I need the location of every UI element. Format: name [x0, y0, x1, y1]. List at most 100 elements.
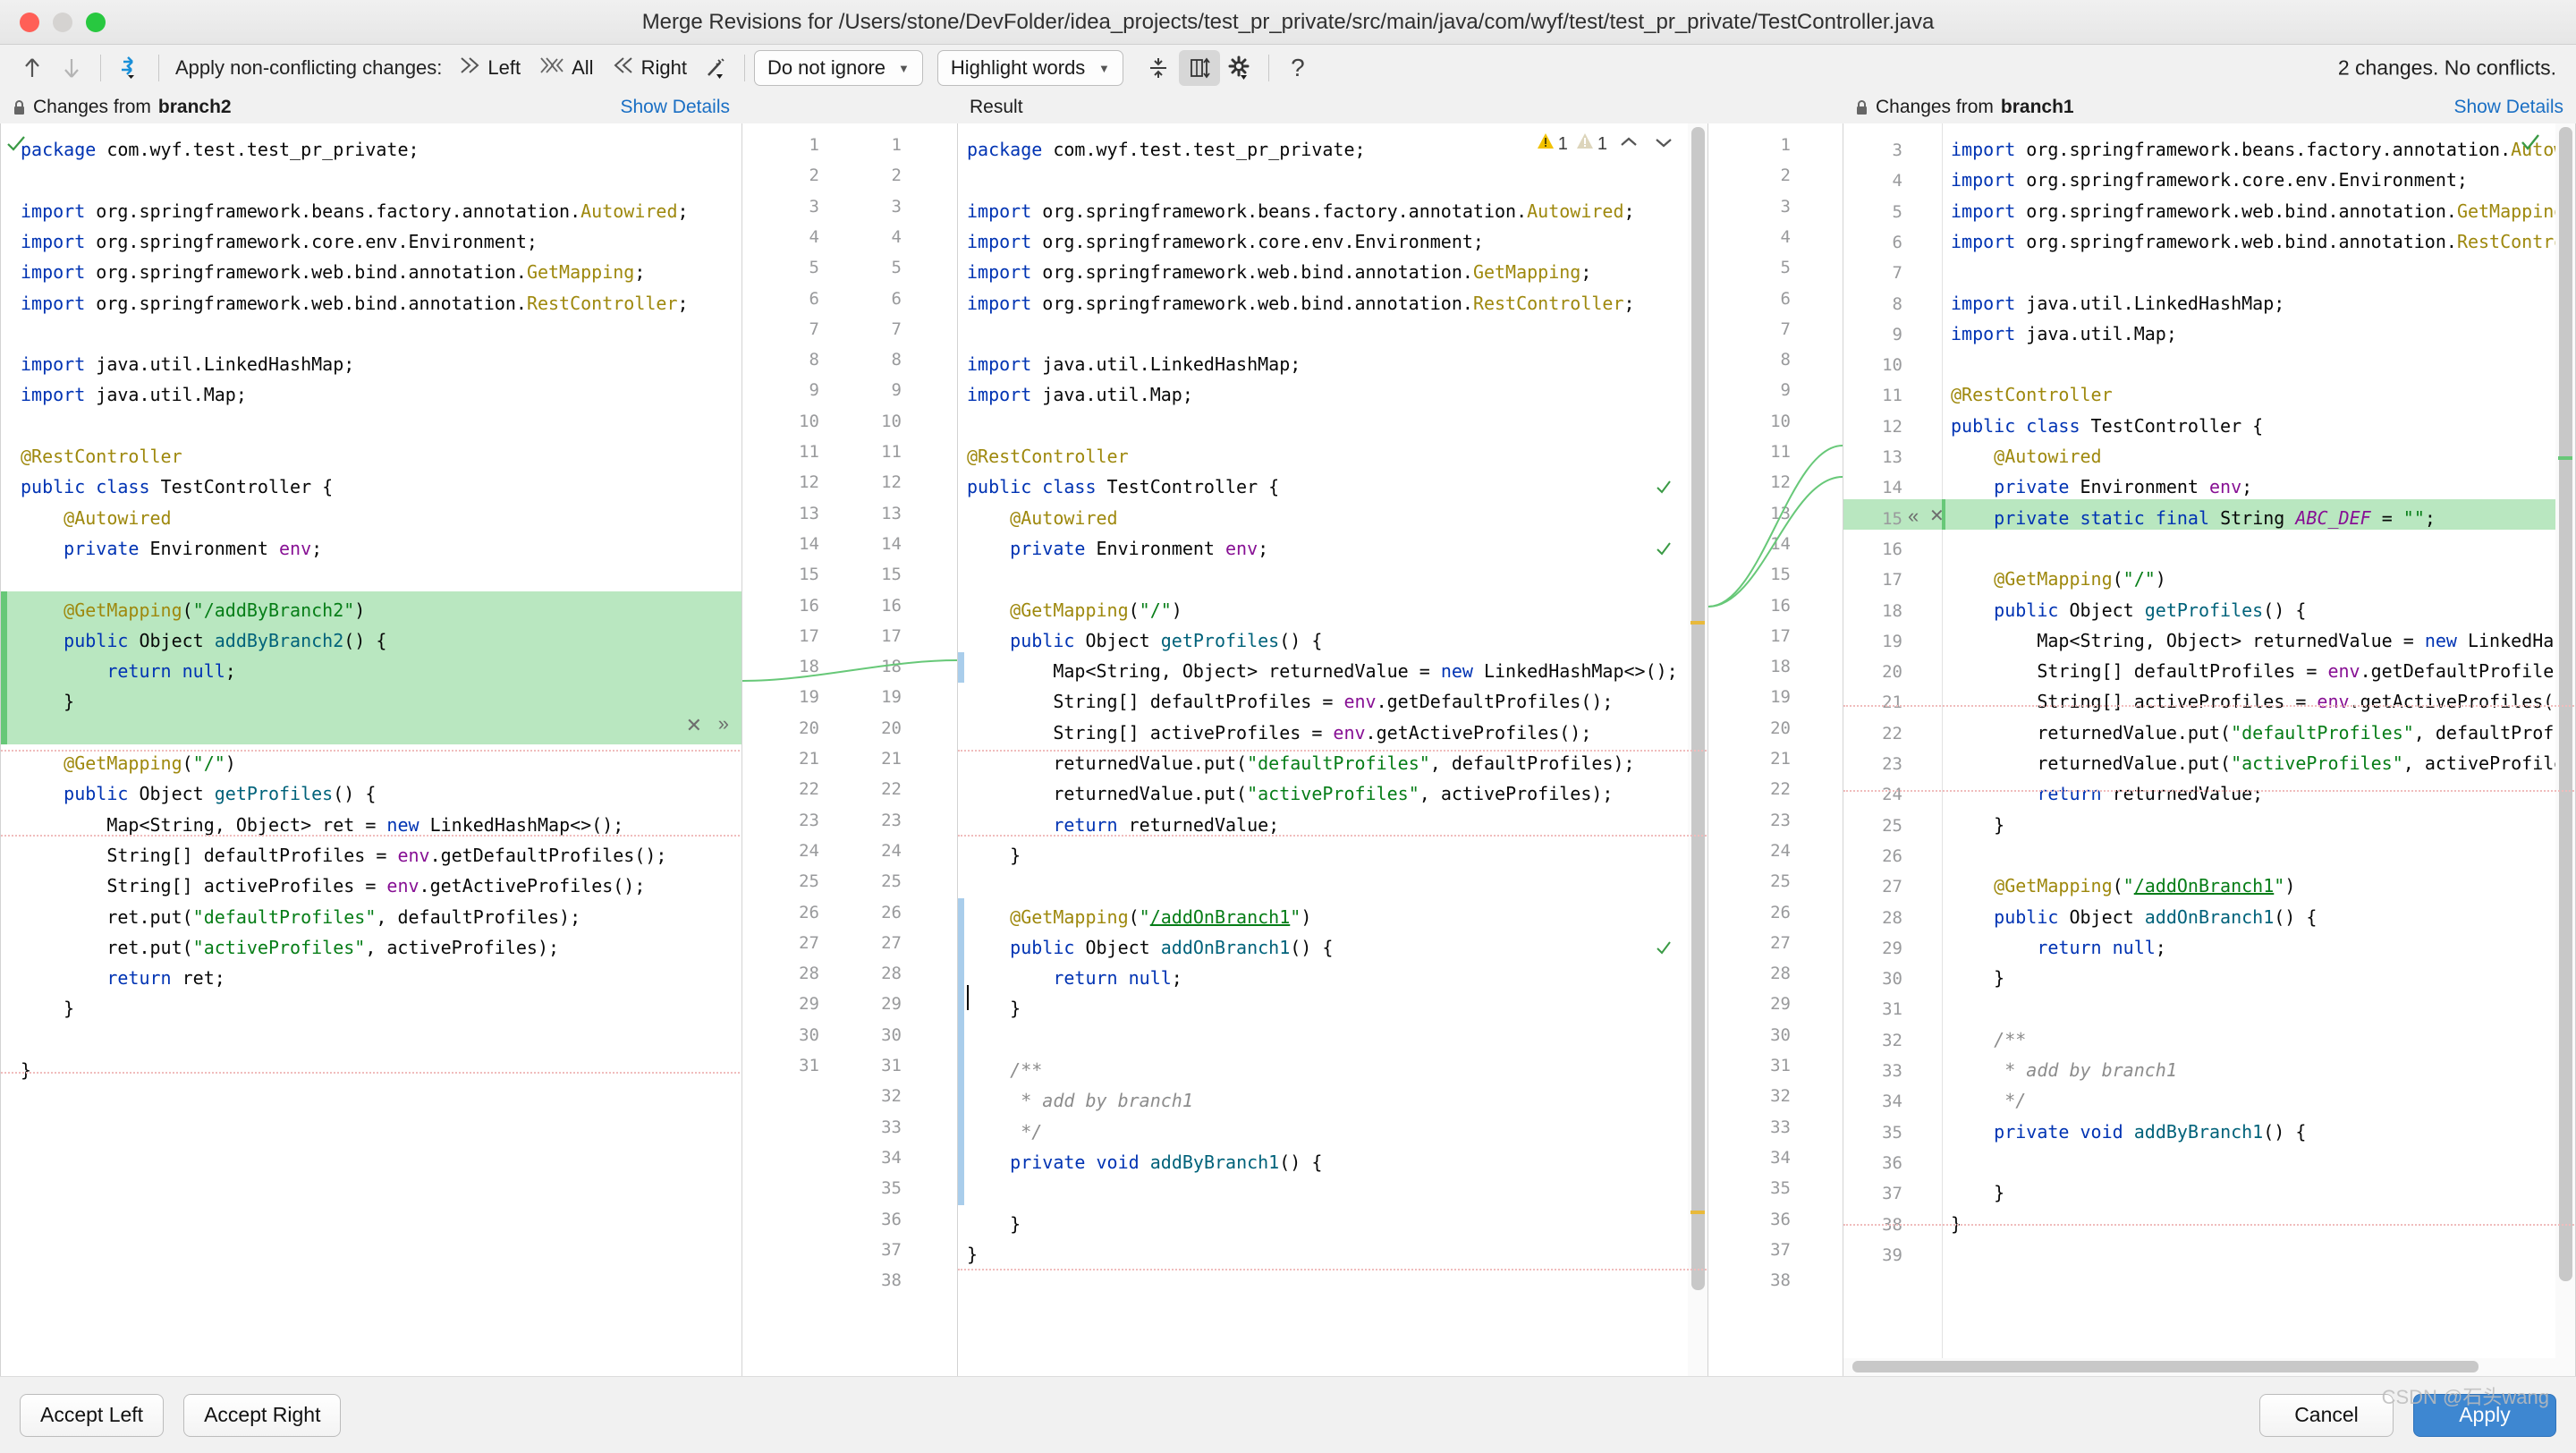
apply-all-button[interactable]: All: [530, 52, 602, 84]
apply-changes-icon[interactable]: [110, 50, 149, 86]
line-number: 39: [1882, 1245, 1902, 1265]
result-change-bar: [958, 897, 964, 1205]
dialog-buttons-bar: Accept Left Accept Right Cancel Apply: [0, 1376, 2576, 1453]
window-controls[interactable]: [0, 12, 106, 32]
result-editor[interactable]: package com.wyf.test.test_pr_private; imp…: [957, 123, 1708, 1376]
code-line: Map<String, Object> ret = new LinkedHash…: [21, 813, 624, 836]
cancel-button[interactable]: Cancel: [2259, 1393, 2394, 1437]
code-line: returnedValue.put("defaultProfiles", def…: [967, 752, 1635, 774]
line-number: 3: [1892, 140, 1902, 160]
chevron-down-icon: ▼: [898, 61, 910, 75]
chevron-down-icon: ▼: [1098, 61, 1110, 75]
apply-right-label: Right: [640, 56, 687, 79]
help-button[interactable]: ?: [1278, 50, 1318, 86]
window-title: Merge Revisions for /Users/stone/DevFold…: [641, 9, 1935, 34]
next-highlight-icon[interactable]: [1650, 129, 1677, 159]
code-line: private Environment env;: [1994, 476, 2253, 498]
right-horizontal-scrollbar[interactable]: [1843, 1358, 2555, 1376]
code-line: [1, 713, 741, 744]
line-number: 17: [1882, 570, 1902, 591]
ignore-policy-combo[interactable]: Do not ignore ▼: [753, 50, 923, 86]
settings-gear-icon[interactable]: [1220, 50, 1259, 86]
accept-left-button[interactable]: Accept Left: [20, 1393, 165, 1437]
close-button[interactable]: [20, 12, 39, 32]
previous-highlight-icon[interactable]: [1615, 129, 1642, 159]
result-marker-warning[interactable]: [1690, 621, 1705, 625]
connector-header-right: [1708, 91, 1843, 123]
apply-left-button[interactable]: Left: [449, 52, 530, 84]
code-line: import org.springframework.web.bind.anno…: [21, 292, 689, 314]
line-number: 20: [1882, 662, 1902, 683]
code-line: private void addByBranch1() {: [1994, 1120, 2307, 1143]
code-line: }: [967, 1212, 1021, 1235]
collapse-unchanged-button[interactable]: [1138, 50, 1179, 86]
right-editor[interactable]: import org.springframework.beans.factory…: [1843, 123, 2576, 1376]
chevron-double-right-icon: [458, 55, 481, 81]
result-scrollbar-thumb[interactable]: [1691, 127, 1705, 1290]
code-line: /**: [1951, 1028, 2027, 1050]
previous-difference-icon[interactable]: [13, 50, 52, 86]
line-number: 15: [1882, 508, 1902, 529]
code-line: import org.springframework.web.bind.anno…: [1951, 230, 2575, 252]
code-line: return returnedValue;: [1053, 813, 1280, 836]
apply-all-label: All: [572, 56, 594, 79]
toolbar-separator-3: [743, 55, 745, 81]
apply-right-button[interactable]: Right: [603, 52, 696, 84]
left-apply-change-icon[interactable]: »: [718, 709, 729, 739]
toolbar-separator: [100, 55, 101, 81]
left-show-details-link[interactable]: Show Details: [620, 97, 730, 118]
apply-button[interactable]: Apply: [2413, 1393, 2556, 1437]
editor-columns-toggle[interactable]: [1178, 50, 1220, 86]
left-editor[interactable]: package com.wyf.test.test_pr_private; imp…: [0, 123, 742, 1376]
magic-resolve-icon[interactable]: [696, 50, 735, 86]
code-line: }: [1, 683, 741, 714]
right-show-details-link[interactable]: Show Details: [2453, 97, 2563, 118]
left-accepted-check-icon: [6, 132, 26, 163]
right-hscroll-thumb[interactable]: [1852, 1361, 2479, 1372]
code-line: import org.springframework.beans.factory…: [1951, 139, 2575, 160]
merge-panes: Changes from branch2 Show Details packag…: [0, 91, 2576, 1376]
right-marker-change[interactable]: [2558, 456, 2572, 460]
line-number: 19: [1882, 631, 1902, 651]
line-number: 38: [1882, 1214, 1902, 1235]
code-line: * add by branch1: [1951, 1059, 2177, 1081]
code-line: @GetMapping("/addOnBranch1"): [1010, 905, 1312, 928]
left-remove-change-icon[interactable]: ✕: [686, 710, 702, 741]
line-number: 7: [1892, 263, 1902, 284]
result-vertical-scrollbar[interactable]: [1688, 123, 1707, 1376]
code-line: import java.util.Map;: [1951, 322, 2177, 344]
inspection-widget[interactable]: 1 1: [1537, 129, 1677, 159]
right-scrollbar-thumb[interactable]: [2559, 127, 2572, 1281]
code-line: import org.springframework.core.env.Envi…: [1951, 169, 2468, 191]
line-number: 30: [1882, 969, 1902, 990]
accept-right-button[interactable]: Accept Right: [183, 1393, 342, 1437]
ignore-policy-value: Do not ignore: [767, 56, 886, 79]
toolbar-separator-4: [1267, 55, 1269, 81]
left-center-connector: 1 2 3 4 5 6 7 8 9 10 11 12 13 14 15 16 17 18 19 20 21 22 23 24 2…: [742, 91, 957, 1376]
result-marker-weak-warning[interactable]: [1690, 1211, 1705, 1214]
code-line: private void addByBranch1() {: [1010, 1151, 1323, 1173]
code-line: private Environment env;: [1010, 537, 1269, 559]
line-number: 37: [1882, 1184, 1902, 1204]
code-line: public class TestController {: [1951, 414, 2264, 437]
highlight-policy-combo[interactable]: Highlight words ▼: [936, 50, 1123, 86]
code-line: private static final String ABC_DEF = ""…: [1843, 498, 2575, 530]
right-apply-change-icon[interactable]: «: [1908, 501, 1919, 531]
right-vertical-scrollbar[interactable]: [2555, 123, 2575, 1376]
code-line: public Object getProfiles() {: [64, 783, 377, 805]
zoom-button[interactable]: [86, 12, 106, 32]
code-line: @Autowired: [1010, 506, 1118, 529]
right-pane: Changes from branch1 Show Details import…: [1843, 91, 2576, 1376]
warning-badge[interactable]: 1: [1537, 129, 1568, 159]
line-number: 9: [1892, 324, 1902, 344]
weak-warning-badge[interactable]: 1: [1576, 129, 1607, 159]
center-right-diff-connector: [1708, 445, 1843, 608]
next-difference-icon[interactable]: [52, 50, 91, 86]
code-line: public Object getProfiles() {: [1010, 629, 1323, 651]
minimize-button[interactable]: [53, 12, 72, 32]
